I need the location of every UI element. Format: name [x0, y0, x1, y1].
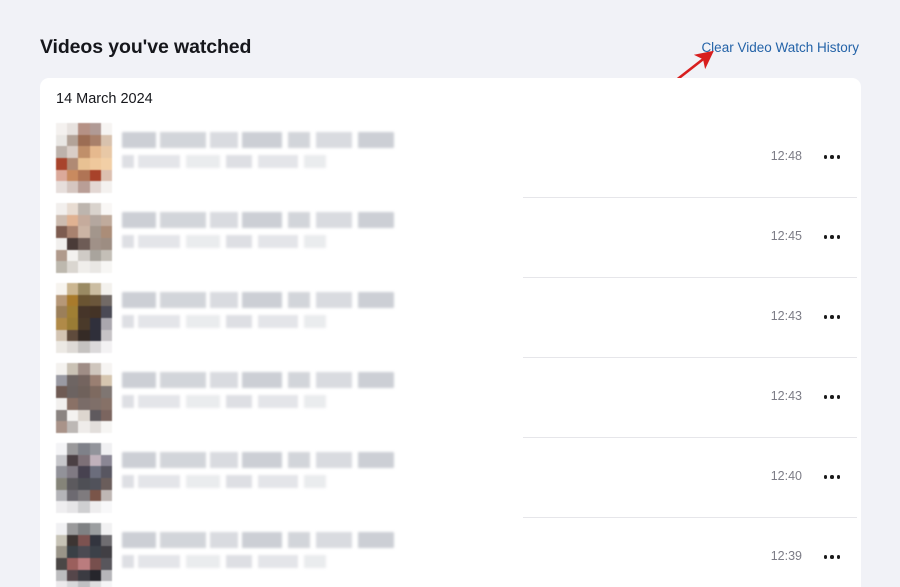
- video-thumbnail[interactable]: [56, 123, 112, 193]
- video-title-redacted: [122, 372, 394, 388]
- page-header: Videos you've watched Clear Video Watch …: [40, 36, 860, 68]
- video-thumbnail[interactable]: [56, 363, 112, 433]
- more-options-icon[interactable]: [815, 542, 849, 572]
- video-subtitle-redacted: [122, 235, 327, 248]
- video-text-block: [122, 212, 412, 248]
- more-options-icon[interactable]: [815, 382, 849, 412]
- video-title-redacted: [122, 132, 394, 148]
- history-card: 14 March 2024 12:48 12:45 12:43 12:43 12:40 1…: [40, 78, 861, 587]
- video-text-block: [122, 132, 412, 168]
- video-row-list: 12:48 12:45 12:43 12:43 12:40 12:39: [40, 118, 861, 587]
- more-options-icon[interactable]: [815, 302, 849, 332]
- watch-time: 12:45: [770, 229, 802, 243]
- video-title-redacted: [122, 212, 394, 228]
- video-row[interactable]: 12:39: [40, 518, 861, 587]
- video-row[interactable]: 12:48: [40, 118, 861, 198]
- watch-time: 12:48: [770, 149, 802, 163]
- video-subtitle-redacted: [122, 475, 327, 488]
- video-text-block: [122, 532, 412, 568]
- clear-video-watch-history-link[interactable]: Clear Video Watch History: [701, 40, 859, 55]
- watch-time: 12:40: [770, 469, 802, 483]
- video-title-redacted: [122, 292, 394, 308]
- video-row[interactable]: 12:45: [40, 198, 861, 278]
- video-thumbnail[interactable]: [56, 523, 112, 587]
- date-group-heading: 14 March 2024: [56, 91, 153, 107]
- video-thumbnail[interactable]: [56, 283, 112, 353]
- video-text-block: [122, 372, 412, 408]
- more-options-icon[interactable]: [815, 462, 849, 492]
- page-title: Videos you've watched: [40, 36, 252, 58]
- more-options-icon[interactable]: [815, 142, 849, 172]
- watch-time: 12:43: [770, 309, 802, 323]
- video-watch-history-page: Videos you've watched Clear Video Watch …: [0, 0, 900, 587]
- video-thumbnail[interactable]: [56, 443, 112, 513]
- watch-time: 12:43: [770, 389, 802, 403]
- video-row[interactable]: 12:43: [40, 278, 861, 358]
- video-subtitle-redacted: [122, 395, 327, 408]
- video-row[interactable]: 12:40: [40, 438, 861, 518]
- video-thumbnail[interactable]: [56, 203, 112, 273]
- video-text-block: [122, 452, 412, 488]
- video-row[interactable]: 12:43: [40, 358, 861, 438]
- video-subtitle-redacted: [122, 315, 327, 328]
- video-subtitle-redacted: [122, 555, 327, 568]
- watch-time: 12:39: [770, 549, 802, 563]
- video-text-block: [122, 292, 412, 328]
- more-options-icon[interactable]: [815, 222, 849, 252]
- video-title-redacted: [122, 452, 394, 468]
- video-title-redacted: [122, 532, 394, 548]
- video-subtitle-redacted: [122, 155, 327, 168]
